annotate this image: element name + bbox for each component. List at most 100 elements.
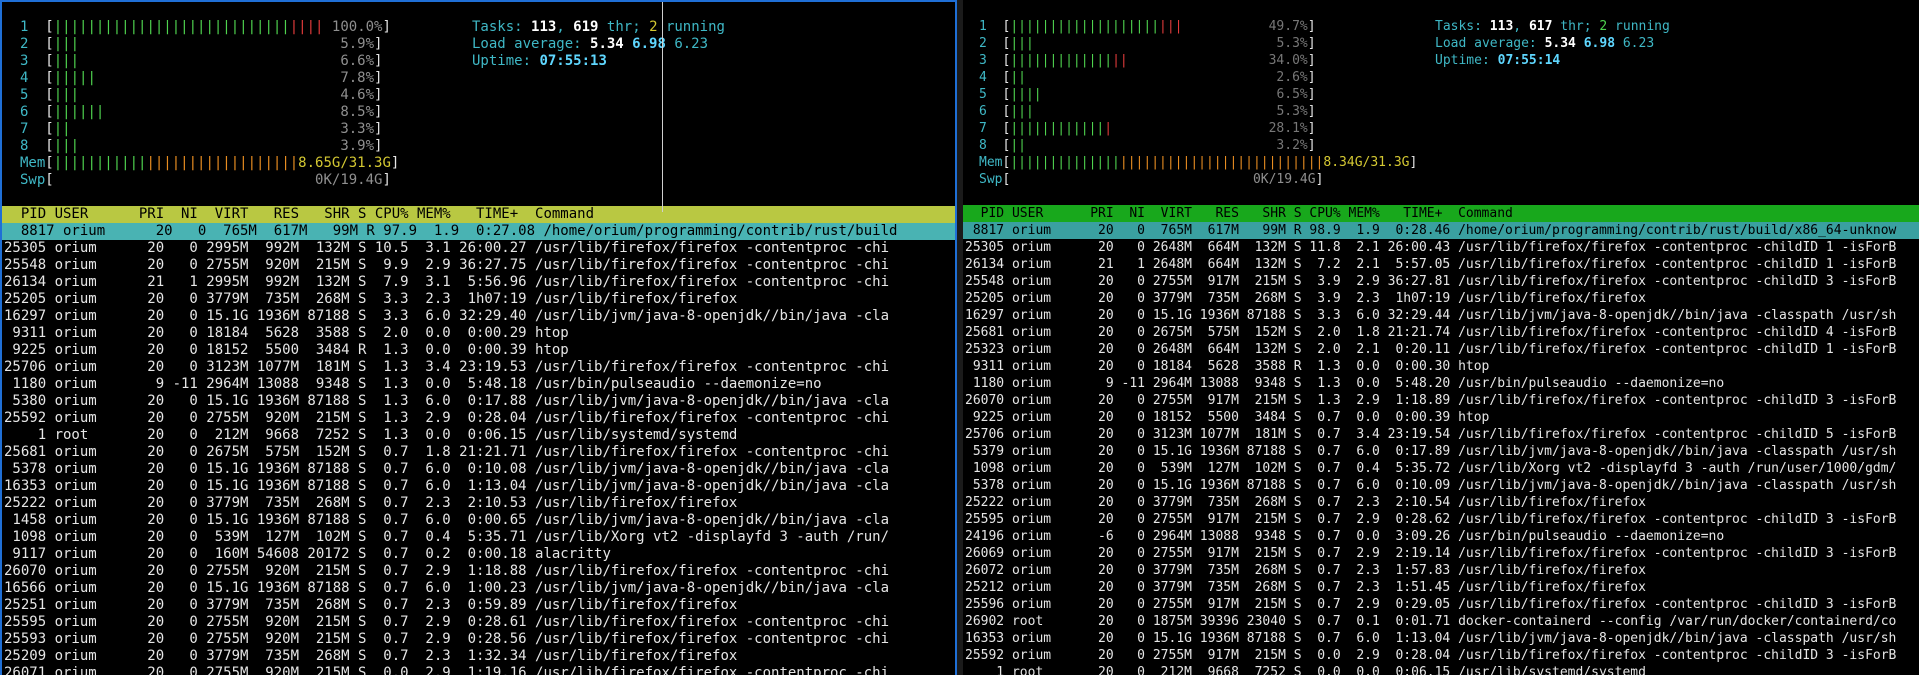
process-row[interactable]: 16353 orium 20 0 15.1G 1936M 87188 S 0.7… [965,630,1896,647]
process-row[interactable]: 26071 orium 20 0 2755M 920M 215M S 0.0 2… [4,665,889,675]
process-table-header[interactable]: PID USER PRI NI VIRT RES SHR S CPU% MEM%… [2,206,955,223]
cpu-meter-number: 7 [979,121,987,136]
cpu-meter: 3 [||| 6.6%] [20,53,383,69]
cpu-meter: 6 [|||||| 8.5%] [20,104,383,120]
meter-bar-user: ||||| [53,70,96,86]
cpu-meter-percent: 5.9% [340,36,375,52]
process-row[interactable]: 25592 orium 20 0 2755M 917M 215M S 0.0 2… [965,647,1896,664]
process-row[interactable]: 9225 orium 20 0 18152 5500 3484 R 1.3 0.… [4,342,568,359]
process-row[interactable]: 25305 orium 20 0 2995M 992M 132M S 10.5 … [4,240,889,257]
meter-bar-user: ||| [53,53,80,69]
process-row[interactable]: 25323 orium 20 0 2648M 664M 132M S 2.0 2… [965,341,1896,358]
process-row[interactable]: 25222 orium 20 0 3779M 735M 268M S 0.7 2… [4,495,737,512]
mem-bar-cache: |||||||||||||||||||||||||| [1119,155,1324,170]
mem-bar-used: ||||||||||| [53,155,147,171]
process-row[interactable]: 1458 orium 20 0 15.1G 1936M 87188 S 0.7 … [4,512,889,529]
process-row[interactable]: 26072 orium 20 0 3779M 735M 268M S 0.7 2… [965,562,1646,579]
process-row[interactable]: 9311 orium 20 0 18184 5628 3588 S 2.0 0.… [4,325,568,342]
cpu-meter-number: 8 [979,138,987,153]
process-row[interactable]: 16566 orium 20 0 15.1G 1936M 87188 S 0.7… [4,580,889,597]
htop-right-pane[interactable]: 1 [|||||||||||||||||||||| 49.7%] 2 [||| 5… [963,0,1919,675]
process-row[interactable]: 25205 orium 20 0 3779M 735M 268M S 3.9 2… [965,290,1646,307]
process-row[interactable]: 25596 orium 20 0 2755M 917M 215M S 0.7 2… [965,596,1896,613]
process-row[interactable]: 25205 orium 20 0 3779M 735M 268M S 3.3 2… [4,291,737,308]
cpu-meter-percent: 5.3% [1276,36,1308,51]
process-row[interactable]: 1098 orium 20 0 539M 127M 102M S 0.7 0.4… [4,529,889,546]
load-5min: 6.98 [632,36,666,52]
meter-bar-user: |||||| [53,104,105,120]
process-row[interactable]: 5378 orium 20 0 15.1G 1936M 87188 S 0.7 … [4,461,889,478]
process-row[interactable]: 25681 orium 20 0 2675M 575M 152M S 2.0 1… [965,324,1896,341]
load-15min: 6.23 [1622,36,1655,51]
process-row[interactable]: 5379 orium 20 0 15.1G 1936M 87188 S 0.7 … [965,443,1897,460]
cpu-meter: 1 [|||||||||||||||||||||||||||||||| 100.… [20,19,391,35]
tasks-summary: Tasks: 113, 617 thr; 2 running [1435,18,1670,35]
cpu-meter-percent: 7.8% [340,70,375,86]
process-row[interactable]: 25595 orium 20 0 2755M 917M 215M S 0.7 2… [965,511,1896,528]
swap-meter-label: Swp [20,172,46,188]
cpu-meter: 8 [||| 3.9%] [20,138,383,154]
cpu-meter-percent: 2.6% [1276,70,1308,85]
process-row[interactable]: 9225 orium 20 0 18152 5500 3484 S 0.7 0.… [965,409,1490,426]
swap-meter: Swp[ 0K/19.4G] [20,172,391,188]
process-row[interactable]: 16297 orium 20 0 15.1G 1936M 87188 S 3.3… [4,308,889,325]
process-row[interactable]: 26070 orium 20 0 2755M 920M 215M S 0.7 2… [4,563,889,580]
process-row[interactable]: 24196 orium -6 0 2964M 13088 9348 S 0.7 … [965,528,1724,545]
process-row[interactable]: 26134 orium 21 1 2648M 664M 132M S 7.2 2… [965,256,1896,273]
cpu-meter-percent: 49.7% [1268,19,1308,34]
process-row[interactable]: 25681 orium 20 0 2675M 575M 152M S 0.7 1… [4,444,889,461]
process-row[interactable]: 25595 orium 20 0 2755M 920M 215M S 0.7 2… [4,614,889,631]
process-row[interactable]: 1 root 20 0 212M 9668 7252 S 1.3 0.0 0:0… [4,427,738,444]
cpu-meter: 2 [||| 5.3%] [979,36,1316,51]
cpu-meter-number: 8 [20,138,29,154]
process-row[interactable]: 16297 orium 20 0 15.1G 1936M 87188 S 3.3… [965,307,1896,324]
process-row[interactable]: 26069 orium 20 0 2755M 917M 215M S 0.7 2… [965,545,1896,562]
process-table-header[interactable]: PID USER PRI NI VIRT RES SHR S CPU% MEM%… [963,205,1919,222]
process-row[interactable]: 25592 orium 20 0 2755M 920M 215M S 1.3 2… [4,410,889,427]
cpu-meter-percent: 6.6% [340,53,375,69]
process-row[interactable]: 25706 orium 20 0 3123M 1077M 181M S 1.3 … [4,359,889,376]
mem-meter-label: Mem [20,155,46,171]
process-row[interactable]: 1180 orium 9 -11 2964M 13088 9348 S 1.3 … [4,376,821,393]
tasks-summary: Tasks: 113, 619 thr; 2 running [472,19,725,36]
process-row[interactable]: 25209 orium 20 0 3779M 735M 268M S 0.7 2… [4,648,737,665]
meter-bar-user: |||| [1010,87,1042,102]
mem-meter-value: 8.65G/31.3G [298,155,391,171]
cpu-meter: 4 [|| 2.6%] [979,70,1316,85]
meter-bar-kernel: || [1112,53,1128,68]
process-row[interactable]: 25548 orium 20 0 2755M 917M 215M S 3.9 2… [965,273,1896,290]
process-row[interactable]: 25212 orium 20 0 3779M 735M 268M S 0.7 2… [965,579,1646,596]
process-row[interactable]: 26902 root 20 0 1875M 39396 23040 S 0.7 … [965,613,1896,630]
process-row[interactable]: 25593 orium 20 0 2755M 920M 215M S 0.7 2… [4,631,889,648]
process-row[interactable]: 1180 orium 9 -11 2964M 13088 9348 S 1.3 … [965,375,1724,392]
process-row[interactable]: 25706 orium 20 0 3123M 1077M 181M S 0.7 … [965,426,1896,443]
mem-meter-value: 8.34G/31.3G [1323,155,1410,170]
meter-bar-user: || [53,121,71,137]
cpu-meter-number: 5 [20,87,29,103]
cpu-meter-percent: 3.2% [1276,138,1308,153]
tasks-sep: , [1513,19,1529,34]
process-row[interactable]: 5378 orium 20 0 15.1G 1936M 87188 S 0.7 … [965,477,1897,494]
process-row[interactable]: 5380 orium 20 0 15.1G 1936M 87188 S 1.3 … [4,393,889,410]
threads-count: 619 [573,19,599,35]
process-row-selected[interactable]: 8817 orium 20 0 765M 617M 99M R 98.9 1.9… [963,222,1919,239]
process-row[interactable]: 25548 orium 20 0 2755M 920M 215M S 9.9 2… [4,257,889,274]
process-row[interactable]: 26070 orium 20 0 2755M 917M 215M S 1.3 2… [965,392,1896,409]
process-row[interactable]: 1 root 20 0 212M 9668 7252 S 0.0 0.0 0:0… [965,664,1646,675]
mem-bar-used: |||||||||||||| [1010,155,1120,170]
swap-meter-label: Swp [979,172,1003,187]
process-row[interactable]: 25305 orium 20 0 2648M 664M 132M S 11.8 … [965,239,1896,256]
load-5min: 6.98 [1583,36,1616,51]
htop-left-pane[interactable]: 1 [|||||||||||||||||||||||||||||||| 100.… [0,0,957,675]
process-row[interactable]: 16353 orium 20 0 15.1G 1936M 87188 S 0.7… [4,478,889,495]
cpu-meter-percent: 3.9% [340,138,375,154]
process-row-selected[interactable]: 8817 orium 20 0 765M 617M 99M R 97.9 1.9… [2,223,955,240]
process-row[interactable]: 9311 orium 20 0 18184 5628 3588 R 1.3 0.… [965,358,1490,375]
process-row[interactable]: 9117 orium 20 0 160M 54608 20172 S 0.7 0… [4,546,610,563]
process-row[interactable]: 1098 orium 20 0 539M 127M 102M S 0.7 0.4… [965,460,1897,477]
process-row[interactable]: 25222 orium 20 0 3779M 735M 268M S 0.7 2… [965,494,1646,511]
cpu-meter-number: 3 [979,53,987,68]
meter-bar-user: ||| [53,138,80,154]
process-row[interactable]: 26134 orium 21 1 2995M 992M 132M S 7.9 3… [4,274,889,291]
process-row[interactable]: 25251 orium 20 0 3779M 735M 268M S 0.7 2… [4,597,737,614]
